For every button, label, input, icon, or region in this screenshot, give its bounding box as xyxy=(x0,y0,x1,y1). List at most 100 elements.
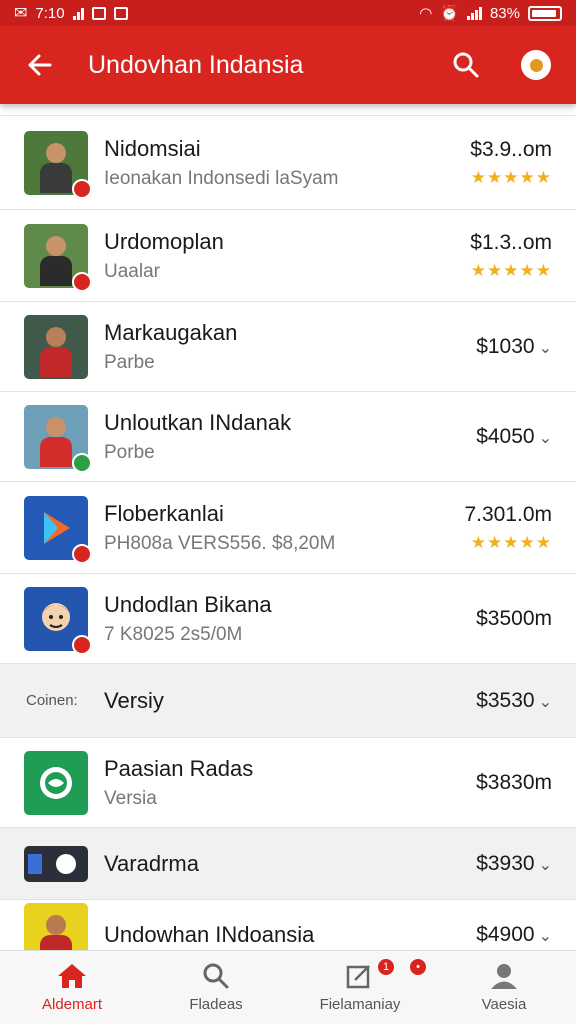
item-subtitle: Ieonakan Indonsedi laSyam xyxy=(104,167,339,189)
item-price: $3830m xyxy=(476,770,552,794)
item-price: $3.9..om xyxy=(470,137,552,161)
list-item[interactable]: Markaugakan Parbe $1030 ⌄ xyxy=(0,302,576,392)
signal-icon xyxy=(72,7,84,20)
portrait-body xyxy=(40,346,72,377)
portrait-head xyxy=(46,142,66,163)
item-name: Nidomsiai xyxy=(104,135,201,161)
item-name: Markaugakan xyxy=(104,319,238,345)
gallery-icon xyxy=(113,6,128,20)
badge-dot-icon xyxy=(72,178,92,199)
item-right: $4050 ⌄ xyxy=(476,425,552,449)
item-right: $3830m xyxy=(476,771,552,795)
home-icon xyxy=(58,964,86,988)
app-bar: Undovhan Indansia xyxy=(0,26,576,104)
battery-icon xyxy=(528,5,562,21)
list-item[interactable]: Floberkanlai PH808a VERS556. $8,20M 7.30… xyxy=(0,482,576,574)
badge-dot-icon xyxy=(72,271,92,292)
chevron-down-icon[interactable]: ⌄ xyxy=(539,694,552,711)
item-thumbnail xyxy=(24,314,88,379)
status-left: ✉ 7:10 xyxy=(14,3,128,23)
portrait-head xyxy=(46,914,66,935)
wifi-icon: ◠ xyxy=(419,5,433,22)
nav-profile[interactable]: Vaesia xyxy=(432,951,576,1024)
list-item[interactable]: Urdomoplan Uaalar $1.3..om ★★★★★ xyxy=(0,210,576,302)
list-item[interactable]: Unloutkan INdanak Porbe $4050 ⌄ xyxy=(0,392,576,482)
item-right: $3500m xyxy=(476,607,552,631)
item-right: 7.301.0m ★★★★★ xyxy=(464,503,552,553)
badge-dot-icon xyxy=(72,452,92,473)
search-icon xyxy=(453,52,479,78)
item-info: Varadrma xyxy=(104,851,468,877)
list-item[interactable]: Nidomsiai Ieonakan Indonsedi laSyam $3.9… xyxy=(0,116,576,210)
item-price: $1.3..om xyxy=(470,230,552,254)
item-thumbnail xyxy=(24,495,92,564)
item-right: $1.3..om ★★★★★ xyxy=(470,231,552,281)
search-icon xyxy=(203,963,229,989)
alert-badge-icon: • xyxy=(410,959,426,975)
portrait-body xyxy=(40,934,72,950)
notification-badge: 1 xyxy=(378,959,394,975)
nav-label: Aldemart xyxy=(41,996,103,1013)
item-name: Floberkanlai xyxy=(104,500,224,526)
nav-label: Fielamaniay xyxy=(319,996,401,1013)
star-rating-icon: ★★★★★ xyxy=(470,532,552,552)
portrait-head xyxy=(46,416,66,437)
section-label: Coinen: xyxy=(26,692,78,709)
item-price: $3930 xyxy=(476,851,535,875)
status-right: ◠ ⏰ 83% xyxy=(419,4,562,22)
item-subtitle: PH808a VERS556. $8,20M xyxy=(104,532,336,554)
chevron-down-icon[interactable]: ⌄ xyxy=(539,340,552,357)
profile-icon xyxy=(521,50,551,80)
status-time: 7:10 xyxy=(35,4,65,22)
item-right: $4900 ⌄ xyxy=(476,923,552,947)
item-price: $3530 xyxy=(476,688,535,712)
nav-notifications[interactable]: 1 • Fielamaniay xyxy=(288,951,432,1024)
notification-icon xyxy=(91,6,106,20)
nav-home[interactable]: Aldemart xyxy=(0,951,144,1024)
item-right: $3930 ⌄ xyxy=(476,852,552,876)
item-thumbnail xyxy=(24,130,92,199)
status-bar: ✉ 7:10 ◠ ⏰ 83% xyxy=(0,0,576,26)
item-right: $3.9..om ★★★★★ xyxy=(470,138,552,188)
item-info: Unloutkan INdanak Porbe xyxy=(104,410,468,464)
list-item[interactable]: Undodlan Bikana 7 K8025 2s5/0M $3500m xyxy=(0,574,576,664)
item-name: Varadrma xyxy=(104,850,199,876)
portrait-head xyxy=(46,235,66,256)
chevron-down-icon[interactable]: ⌄ xyxy=(539,857,552,874)
item-name: Urdomoplan xyxy=(104,228,224,254)
item-subtitle: Versia xyxy=(104,787,157,809)
item-thumbnail xyxy=(24,902,88,950)
item-price: $3500m xyxy=(476,606,552,630)
search-button[interactable] xyxy=(446,45,486,85)
profile-button[interactable] xyxy=(516,45,556,85)
item-thumbnail xyxy=(24,845,88,882)
list-item[interactable]: Paasian Radas Versia $3830m xyxy=(0,738,576,828)
portrait-body xyxy=(40,255,72,286)
item-info: Markaugakan Parbe xyxy=(104,320,468,374)
item-info: Undodlan Bikana 7 K8025 2s5/0M xyxy=(104,592,468,646)
nav-search[interactable]: Fladeas xyxy=(144,951,288,1024)
mail-icon: ✉ xyxy=(14,5,28,22)
item-info: Urdomoplan Uaalar xyxy=(104,229,462,283)
product-list: Nidomsiai Ieonakan Indonsedi laSyam $3.9… xyxy=(0,104,576,950)
chevron-down-icon[interactable]: ⌄ xyxy=(539,430,552,447)
alarm-icon: ⏰ xyxy=(440,5,459,22)
item-info: Paasian Radas Versia xyxy=(104,756,468,810)
item-subtitle: 7 K8025 2s5/0M xyxy=(104,623,243,645)
portrait-head xyxy=(46,326,66,347)
edit-icon xyxy=(346,965,370,989)
portrait-body xyxy=(40,162,72,193)
list-row-peek xyxy=(0,104,576,116)
list-item[interactable]: Coinen: Versiy $3530 ⌄ xyxy=(0,664,576,738)
list-item[interactable]: Undowhan INdoansia $4900 ⌄ xyxy=(0,900,576,950)
back-button[interactable] xyxy=(20,45,60,85)
item-info: Floberkanlai PH808a VERS556. $8,20M xyxy=(104,501,456,555)
globe-icon xyxy=(40,766,72,799)
badge-dot-icon xyxy=(72,543,92,564)
chevron-down-icon[interactable]: ⌄ xyxy=(539,928,552,945)
list-item[interactable]: Varadrma $3930 ⌄ xyxy=(0,828,576,900)
person-icon xyxy=(491,964,517,989)
item-info: Undowhan INdoansia xyxy=(104,922,468,948)
item-thumbnail xyxy=(24,586,92,655)
item-subtitle: Parbe xyxy=(104,351,155,373)
